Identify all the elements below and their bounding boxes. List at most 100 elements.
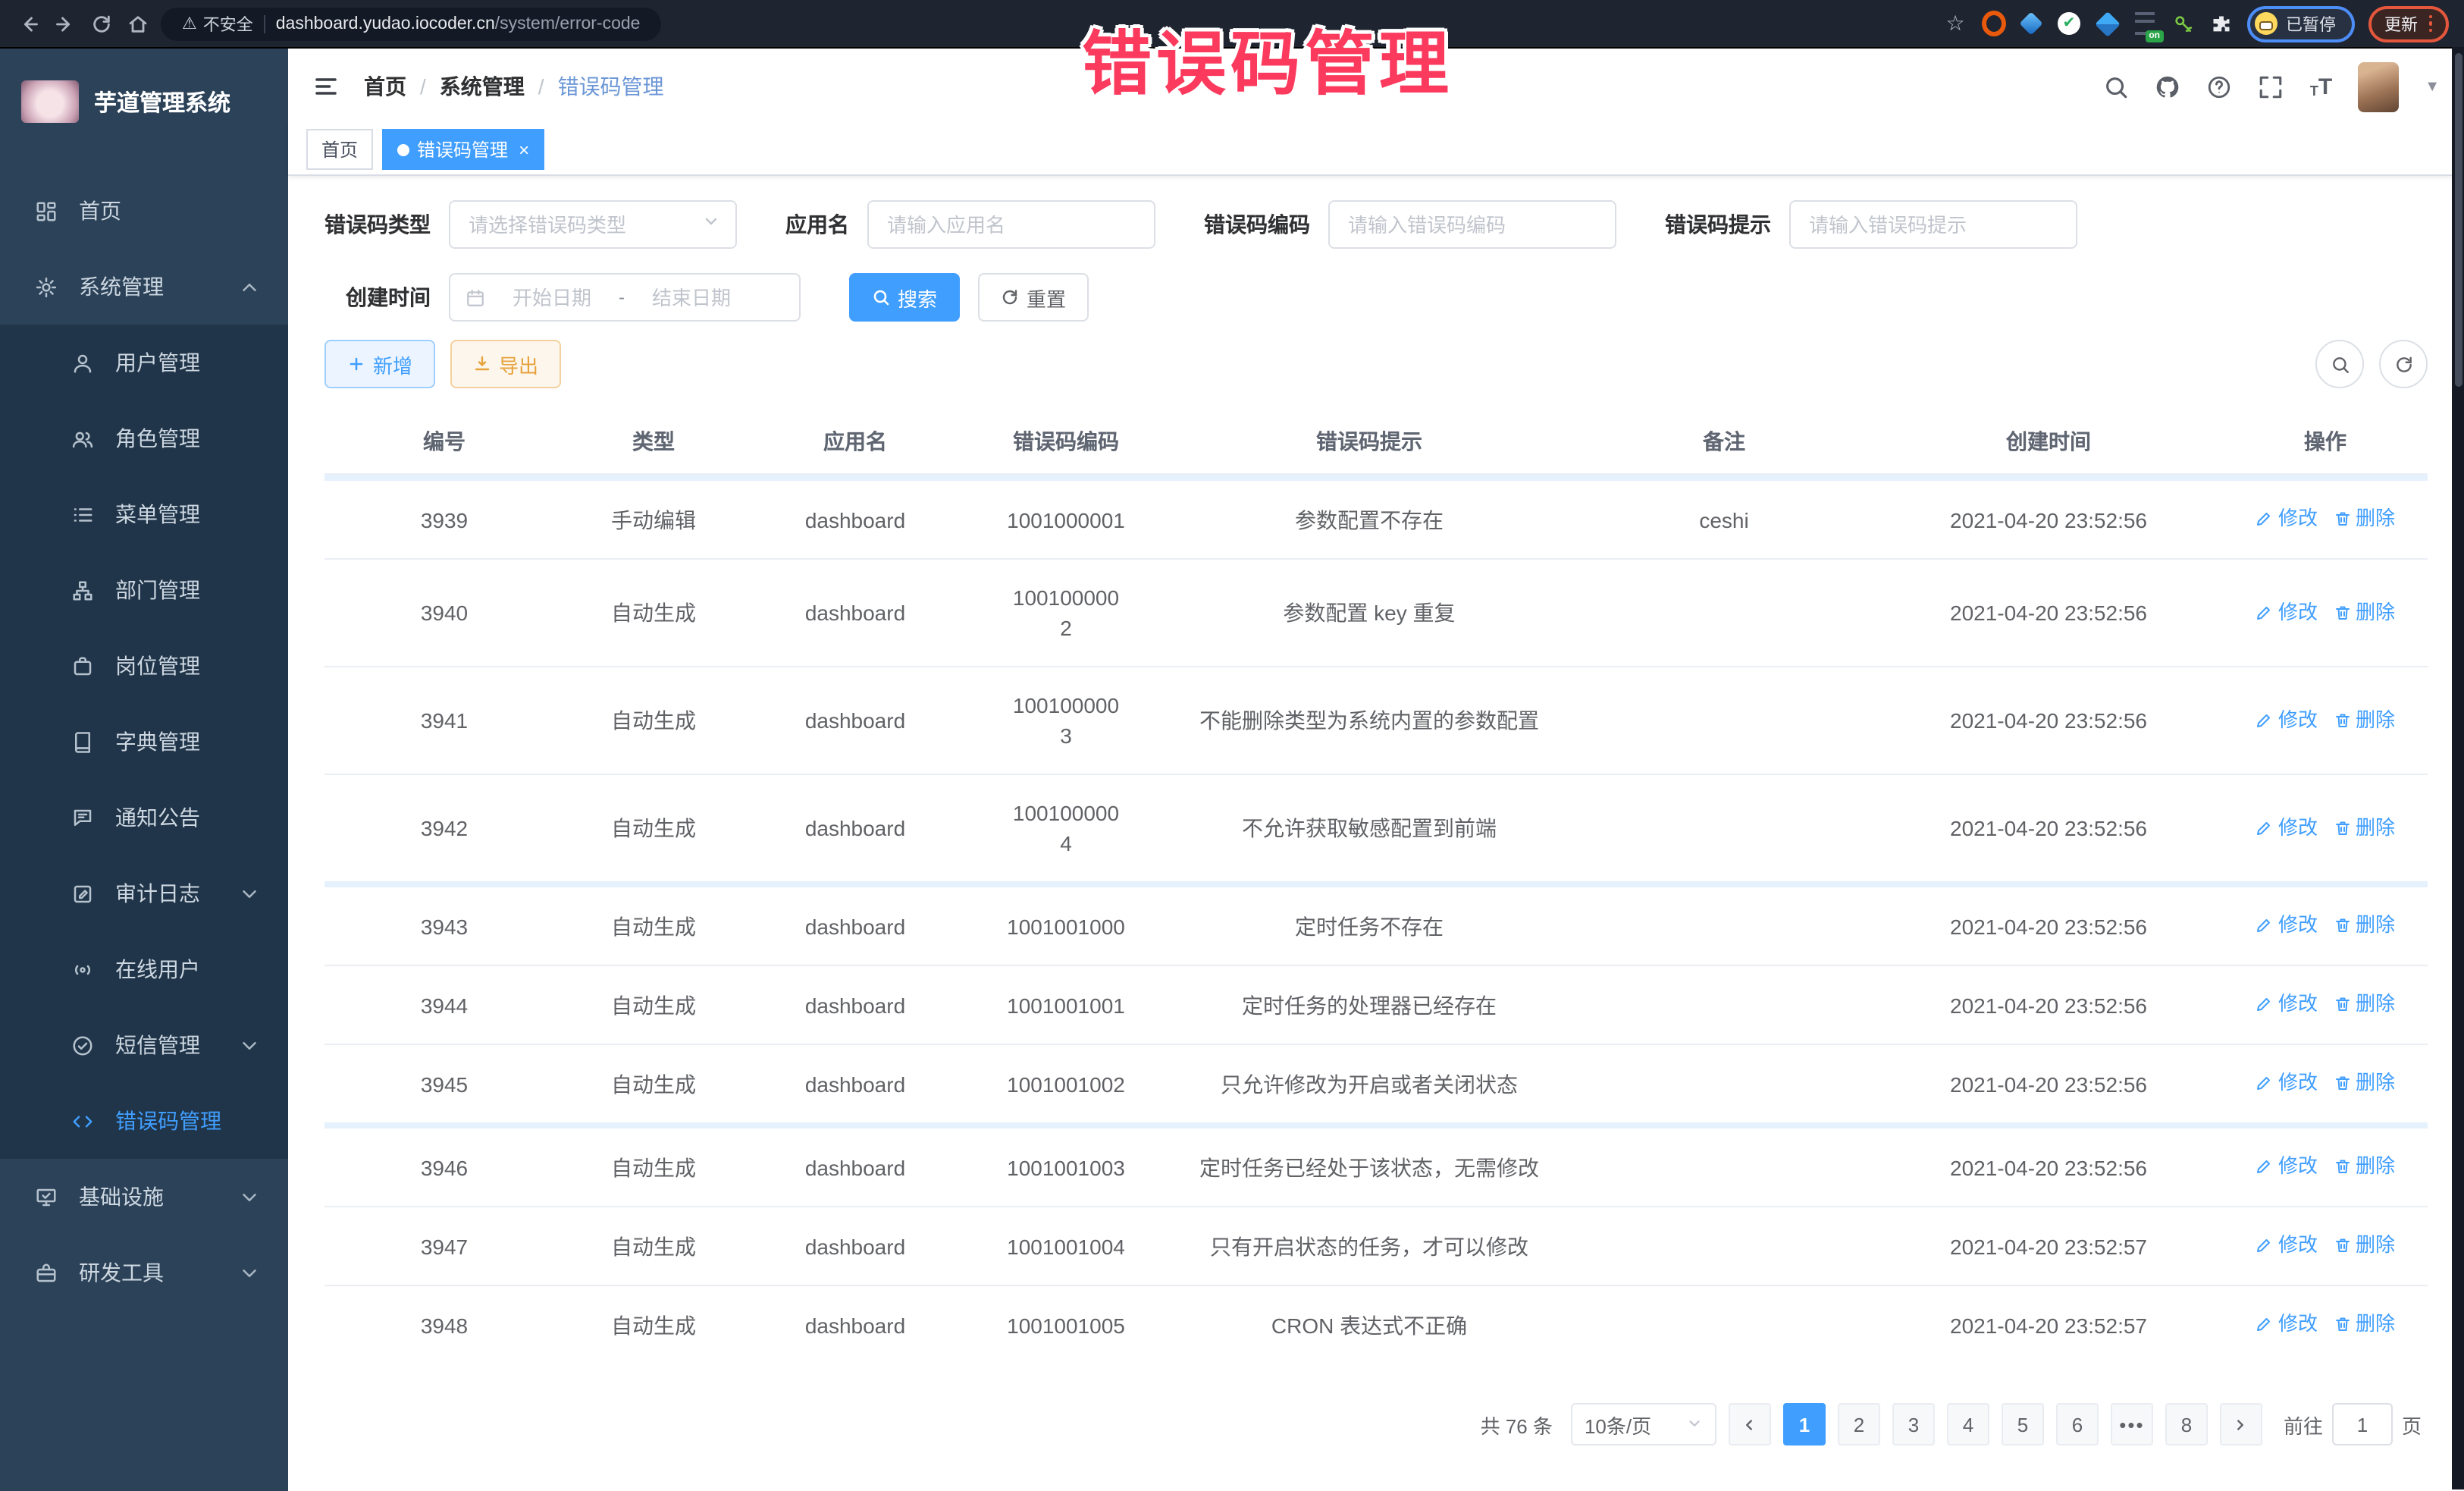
edit-link[interactable]: 修改 (2256, 1309, 2318, 1339)
delete-link[interactable]: 删除 (2333, 1151, 2395, 1182)
sidebar-item-audit-log[interactable]: 审计日志 (0, 855, 288, 931)
fullscreen-icon[interactable] (2259, 74, 2284, 99)
app-name-input[interactable] (884, 212, 1139, 237)
page-button-4[interactable]: 4 (1947, 1403, 1989, 1445)
error-msg-input[interactable] (1806, 212, 2061, 237)
goto-suffix: 页 (2402, 1410, 2422, 1439)
page-scrollbar[interactable] (2452, 47, 2464, 1489)
prev-page-button[interactable] (1729, 1403, 1771, 1445)
sidebar-item-notice-announcement[interactable]: 通知公告 (0, 780, 288, 855)
extension-icon-gem[interactable] (2019, 11, 2043, 36)
delete-link[interactable]: 删除 (2333, 1230, 2395, 1260)
user-avatar[interactable] (2358, 61, 2399, 111)
page-button-6[interactable]: 6 (2056, 1403, 2099, 1445)
delete-link[interactable]: 删除 (2333, 705, 2395, 735)
pager-more-button[interactable]: ••• (2111, 1403, 2153, 1445)
sidebar-item-dict-management[interactable]: 字典管理 (0, 704, 288, 780)
delete-link[interactable]: 删除 (2333, 989, 2395, 1019)
browser-home-icon[interactable] (124, 10, 152, 37)
edit-link[interactable]: 修改 (2256, 1230, 2318, 1260)
delete-link[interactable]: 删除 (2333, 910, 2395, 940)
tab-close-icon[interactable]: × (519, 140, 529, 159)
sidebar-item-role-management[interactable]: 角色管理 (0, 400, 288, 476)
sidebar-item-home[interactable]: 首页 (0, 173, 288, 249)
error-code-input[interactable] (1345, 212, 1600, 237)
edit-link[interactable]: 修改 (2256, 1068, 2318, 1098)
extension-icon-key[interactable] (2171, 11, 2195, 36)
page-button-2[interactable]: 2 (1838, 1403, 1880, 1445)
error-msg-field[interactable] (1789, 200, 2077, 249)
page-button-8[interactable]: 8 (2165, 1403, 2208, 1445)
extensions-puzzle-icon[interactable] (2209, 11, 2233, 36)
browser-reload-icon[interactable] (88, 10, 115, 37)
scrollbar-thumb[interactable] (2454, 53, 2462, 387)
breadcrumb-system[interactable]: 系统管理 (440, 71, 525, 102)
sidebar-item-user-management[interactable]: 用户管理 (0, 325, 288, 400)
tab-error-code-management[interactable]: 错误码管理× (382, 129, 544, 170)
font-size-icon[interactable]: TT (2310, 75, 2332, 98)
create-time-range-picker[interactable]: - (449, 273, 801, 322)
refresh-table-button[interactable] (2379, 340, 2428, 388)
browser-menu-icon[interactable] (2428, 15, 2432, 33)
header-search-icon[interactable] (2104, 74, 2130, 99)
browser-profile-chip[interactable]: 已暂停 (2246, 5, 2354, 42)
delete-link[interactable]: 删除 (2333, 812, 2395, 843)
export-button[interactable]: 导出 (450, 340, 561, 388)
delete-link[interactable]: 删除 (2333, 1309, 2395, 1339)
sidebar-item-post-management[interactable]: 岗位管理 (0, 628, 288, 704)
sidebar-item-online-users[interactable]: 在线用户 (0, 931, 288, 1007)
table-row: 3944自动生成dashboard1001001001定时任务的处理器已经存在2… (324, 965, 2428, 1044)
toggle-search-button[interactable] (2315, 340, 2364, 388)
reset-button[interactable]: 重置 (978, 273, 1089, 322)
sidebar-logo-row[interactable]: 芋道管理系统 (0, 49, 288, 155)
extension-icon-orange[interactable] (1981, 11, 2005, 36)
browser-back-icon[interactable] (15, 10, 42, 37)
breadcrumb-home[interactable]: 首页 (364, 71, 406, 102)
edit-link[interactable]: 修改 (2256, 812, 2318, 843)
extension-icon-green-check[interactable]: ✔ (2057, 11, 2081, 36)
page-size-select[interactable]: 10条/页 (1571, 1403, 1716, 1445)
page-button-1[interactable]: 1 (1783, 1403, 1826, 1445)
page-button-3[interactable]: 3 (1892, 1403, 1935, 1445)
sidebar-item-dept-management[interactable]: 部门管理 (0, 552, 288, 628)
error-code-type-select[interactable] (449, 200, 737, 249)
not-secure-warning-icon[interactable]: ⚠ 不安全 (182, 11, 253, 36)
extension-icon-list[interactable]: on (2133, 11, 2157, 36)
bookmark-star-icon[interactable]: ☆ (1943, 11, 1967, 36)
table-row: 3947自动生成dashboard1001001004只有开启状态的任务，才可以… (324, 1206, 2428, 1285)
edit-link[interactable]: 修改 (2256, 504, 2318, 534)
delete-link[interactable]: 删除 (2333, 1068, 2395, 1098)
page-button-5[interactable]: 5 (2002, 1403, 2044, 1445)
hamburger-icon[interactable] (312, 73, 340, 100)
edit-link[interactable]: 修改 (2256, 705, 2318, 735)
edit-link[interactable]: 修改 (2256, 597, 2318, 627)
browser-forward-icon[interactable] (52, 10, 79, 37)
goto-page-input[interactable] (2332, 1403, 2393, 1445)
delete-link[interactable]: 删除 (2333, 504, 2395, 534)
help-icon[interactable] (2207, 74, 2233, 99)
sidebar-item-dev-tools[interactable]: 研发工具 (0, 1235, 288, 1311)
search-button[interactable]: 搜索 (849, 273, 960, 322)
sidebar-item-system-management[interactable]: 系统管理 (0, 249, 288, 325)
sidebar-item-sms-management[interactable]: 短信管理 (0, 1007, 288, 1083)
edit-link[interactable]: 修改 (2256, 989, 2318, 1019)
avatar-caret-down-icon[interactable]: ▼ (2425, 78, 2440, 95)
sidebar-item-error-code-management[interactable]: 错误码管理 (0, 1083, 288, 1159)
sidebar-item-menu-management[interactable]: 菜单管理 (0, 476, 288, 552)
edit-link[interactable]: 修改 (2256, 1151, 2318, 1182)
app-name-field[interactable] (867, 200, 1155, 249)
start-date-input[interactable] (494, 284, 610, 310)
sidebar-item-infrastructure[interactable]: 基础设施 (0, 1159, 288, 1235)
address-bar[interactable]: ⚠ 不安全 dashboard.yudao.iocoder.cn/system/… (161, 7, 661, 40)
end-date-input[interactable] (634, 284, 749, 310)
tab-home[interactable]: 首页 (306, 129, 373, 170)
edit-link[interactable]: 修改 (2256, 910, 2318, 940)
next-page-button[interactable] (2220, 1403, 2262, 1445)
delete-link[interactable]: 删除 (2333, 597, 2395, 627)
browser-update-button[interactable]: 更新 (2368, 5, 2449, 42)
github-icon[interactable] (2155, 74, 2181, 99)
extension-icon-grid[interactable] (2095, 11, 2119, 36)
error-code-type-input[interactable] (466, 212, 696, 237)
add-button[interactable]: 新增 (324, 340, 435, 388)
error-code-field[interactable] (1328, 200, 1616, 249)
